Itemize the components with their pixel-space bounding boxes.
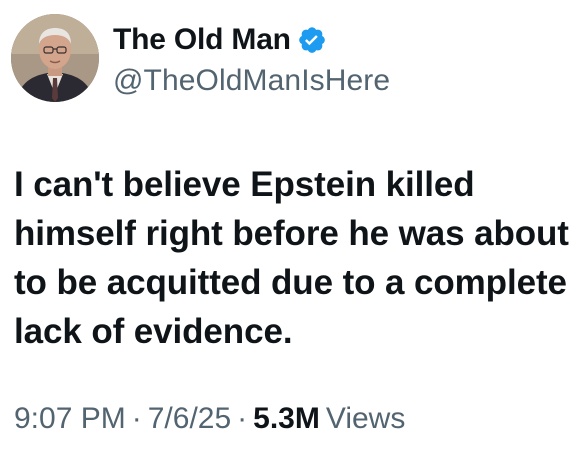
user-handle[interactable]: @TheOldManIsHere (113, 64, 390, 98)
meta-separator: · (131, 402, 142, 435)
tweet-time[interactable]: 9:07 PM (14, 402, 126, 436)
profile-photo-icon (11, 14, 99, 102)
display-name-row: The Old Man (113, 20, 390, 60)
tweet-date[interactable]: 7/6/25 (148, 402, 231, 436)
display-name[interactable]: The Old Man (113, 23, 291, 57)
tweet-text: I can't believe Epstein killed himself r… (14, 165, 569, 351)
tweet-header: The Old Man @TheOldManIsHere (11, 14, 390, 102)
meta-separator: · (237, 402, 248, 435)
avatar[interactable] (11, 14, 99, 102)
views-label: Views (325, 402, 406, 435)
views-count: 5.3M (253, 402, 320, 435)
author-names: The Old Man @TheOldManIsHere (113, 20, 390, 98)
verified-badge-icon[interactable] (297, 25, 327, 55)
tweet-meta: 9:07 PM · 7/6/25 · 5.3M Views (14, 402, 405, 436)
tweet-card: The Old Man @TheOldManIsHere I can't bel… (0, 0, 584, 456)
